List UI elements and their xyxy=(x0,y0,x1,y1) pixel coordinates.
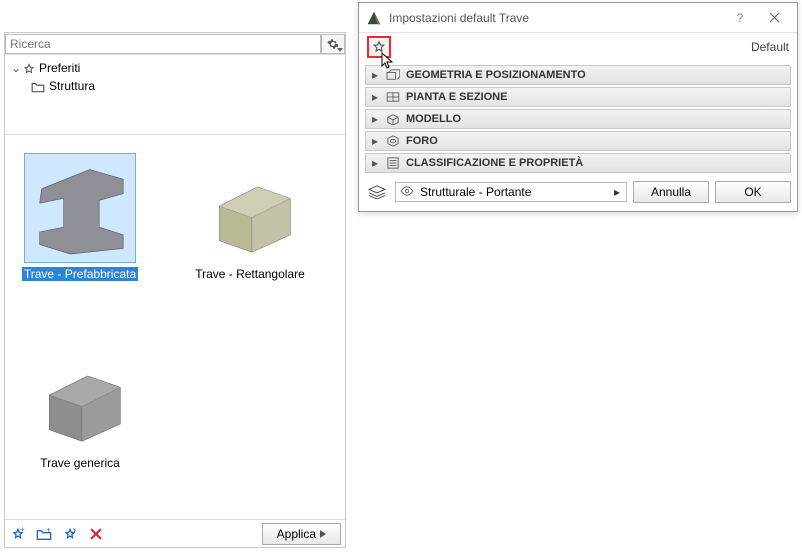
star-icon xyxy=(23,61,35,75)
default-label: Default xyxy=(751,40,789,54)
star-icon xyxy=(372,40,386,54)
layer-dropdown[interactable]: Strutturale - Portante ▸ xyxy=(395,182,627,202)
eye-icon xyxy=(400,185,414,199)
classify-icon xyxy=(386,157,400,169)
expand-icon: ▸ xyxy=(370,90,380,104)
section-foro[interactable]: ▸ Foro xyxy=(365,131,791,151)
refresh-favorite-button[interactable] xyxy=(61,525,79,543)
thumb-image xyxy=(194,153,306,263)
thumb-label: Trave - Prefabbricata xyxy=(22,267,138,281)
beam-i-icon xyxy=(32,160,128,256)
svg-text:+: + xyxy=(46,527,51,535)
section-modello[interactable]: ▸ Modello xyxy=(365,109,791,129)
beam-generic-icon xyxy=(32,349,128,445)
geometry-icon xyxy=(386,69,400,81)
help-icon: ? xyxy=(737,11,744,25)
new-favorite-button[interactable]: + xyxy=(9,525,27,543)
star-refresh-icon xyxy=(62,526,78,542)
search-row xyxy=(5,33,345,55)
search-input[interactable] xyxy=(5,34,321,54)
folder-plus-icon: + xyxy=(36,527,52,541)
layer-icon xyxy=(365,185,389,199)
sections: ▸ Geometria e Posizionamento ▸ Pianta e … xyxy=(359,61,797,177)
app-icon xyxy=(365,9,383,27)
chevron-right-icon: ▸ xyxy=(612,185,622,199)
delete-button[interactable] xyxy=(87,525,105,543)
folder-icon xyxy=(31,79,45,93)
titlebar: Impostazioni default Trave ? xyxy=(359,3,797,33)
thumb-label: Trave generica xyxy=(40,456,120,470)
tree-root-favorites[interactable]: ⌄ Preferiti xyxy=(5,59,345,77)
thumb-generic[interactable]: Trave generica xyxy=(15,342,145,501)
svg-text:+: + xyxy=(20,526,25,534)
expand-icon: ▸ xyxy=(370,112,380,126)
section-label: Classificazione e Proprietà xyxy=(406,157,583,169)
beam-rect-icon xyxy=(202,160,298,256)
tree: ⌄ Preferiti Struttura xyxy=(5,55,345,135)
apply-button[interactable]: Applica xyxy=(262,523,341,545)
section-label: Geometria e Posizionamento xyxy=(406,69,586,81)
star-plus-icon: + xyxy=(10,526,26,542)
tree-child-struttura[interactable]: Struttura xyxy=(5,77,345,95)
section-geometria[interactable]: ▸ Geometria e Posizionamento xyxy=(365,65,791,85)
section-label: Foro xyxy=(406,135,438,147)
plan-icon xyxy=(386,92,400,102)
x-icon xyxy=(89,527,103,541)
search-settings-button[interactable] xyxy=(321,34,345,54)
favorites-panel: ⌄ Preferiti Struttura Trave - Prefabbric… xyxy=(4,32,346,548)
favorite-row: Default xyxy=(359,33,797,61)
thumb-rect[interactable]: Trave - Rettangolare xyxy=(185,153,315,312)
tree-root-label: Preferiti xyxy=(39,61,80,75)
section-label: Modello xyxy=(406,113,461,125)
tree-child-label: Struttura xyxy=(49,79,95,93)
expand-icon: ▸ xyxy=(370,156,380,170)
thumb-image xyxy=(24,342,136,452)
bottom-bar: + + Applica xyxy=(5,519,345,547)
dialog-footer: Strutturale - Portante ▸ Annulla OK xyxy=(359,177,797,211)
favorite-toggle-button[interactable] xyxy=(367,36,391,58)
ok-button[interactable]: OK xyxy=(715,181,791,203)
dialog-title: Impostazioni default Trave xyxy=(389,11,723,25)
settings-dialog: Impostazioni default Trave ? Default ▸ G… xyxy=(358,2,798,212)
cancel-button[interactable]: Annulla xyxy=(633,181,709,203)
apply-label: Applica xyxy=(277,527,316,541)
chevron-down-icon xyxy=(337,48,343,52)
collapse-arrow-icon: ⌄ xyxy=(11,61,23,75)
thumb-label: Trave - Rettangolare xyxy=(195,267,305,281)
section-label: Pianta e Sezione xyxy=(406,91,507,103)
expand-icon: ▸ xyxy=(370,134,380,148)
new-folder-button[interactable]: + xyxy=(35,525,53,543)
thumb-grid: Trave - Prefabbricata Trave - Rettangola… xyxy=(5,135,345,519)
close-icon xyxy=(769,12,780,23)
help-button[interactable]: ? xyxy=(723,6,757,30)
model-icon xyxy=(386,113,400,125)
hole-icon xyxy=(386,135,400,147)
thumb-image xyxy=(24,153,136,263)
thumb-prefab[interactable]: Trave - Prefabbricata xyxy=(15,153,145,312)
section-classificazione[interactable]: ▸ Classificazione e Proprietà xyxy=(365,153,791,173)
chevron-right-icon xyxy=(320,530,326,538)
expand-icon: ▸ xyxy=(370,68,380,82)
section-pianta[interactable]: ▸ Pianta e Sezione xyxy=(365,87,791,107)
layer-name: Strutturale - Portante xyxy=(420,185,606,199)
close-button[interactable] xyxy=(757,6,791,30)
